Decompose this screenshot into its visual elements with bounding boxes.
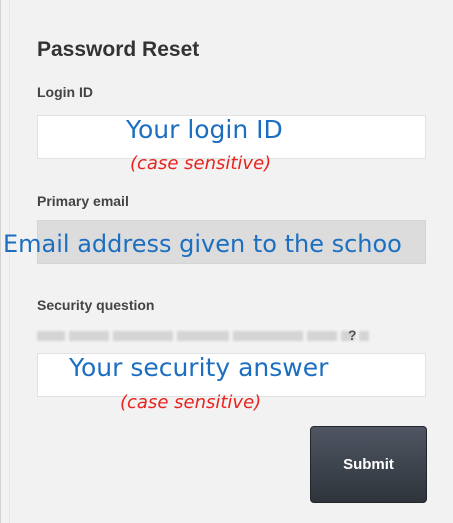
security-question-label: Security question	[37, 297, 155, 313]
login-id-label: Login ID	[37, 84, 93, 100]
security-question-text-redacted	[37, 329, 373, 343]
panel-divider	[9, 0, 10, 523]
page-title: Password Reset	[37, 38, 200, 61]
security-answer-annotation: Your security answer	[69, 353, 329, 382]
password-reset-panel: Password Reset Login ID Primary email Se…	[0, 0, 453, 523]
login-id-case-note: (case sensitive)	[130, 153, 272, 174]
security-answer-case-note: (case sensitive)	[120, 392, 262, 413]
primary-email-annotation: Email address given to the schoo	[3, 230, 402, 258]
login-id-annotation: Your login ID	[126, 115, 283, 144]
submit-button[interactable]: Submit	[310, 426, 427, 503]
security-question-mark: ?	[348, 327, 357, 343]
primary-email-label: Primary email	[37, 193, 129, 209]
